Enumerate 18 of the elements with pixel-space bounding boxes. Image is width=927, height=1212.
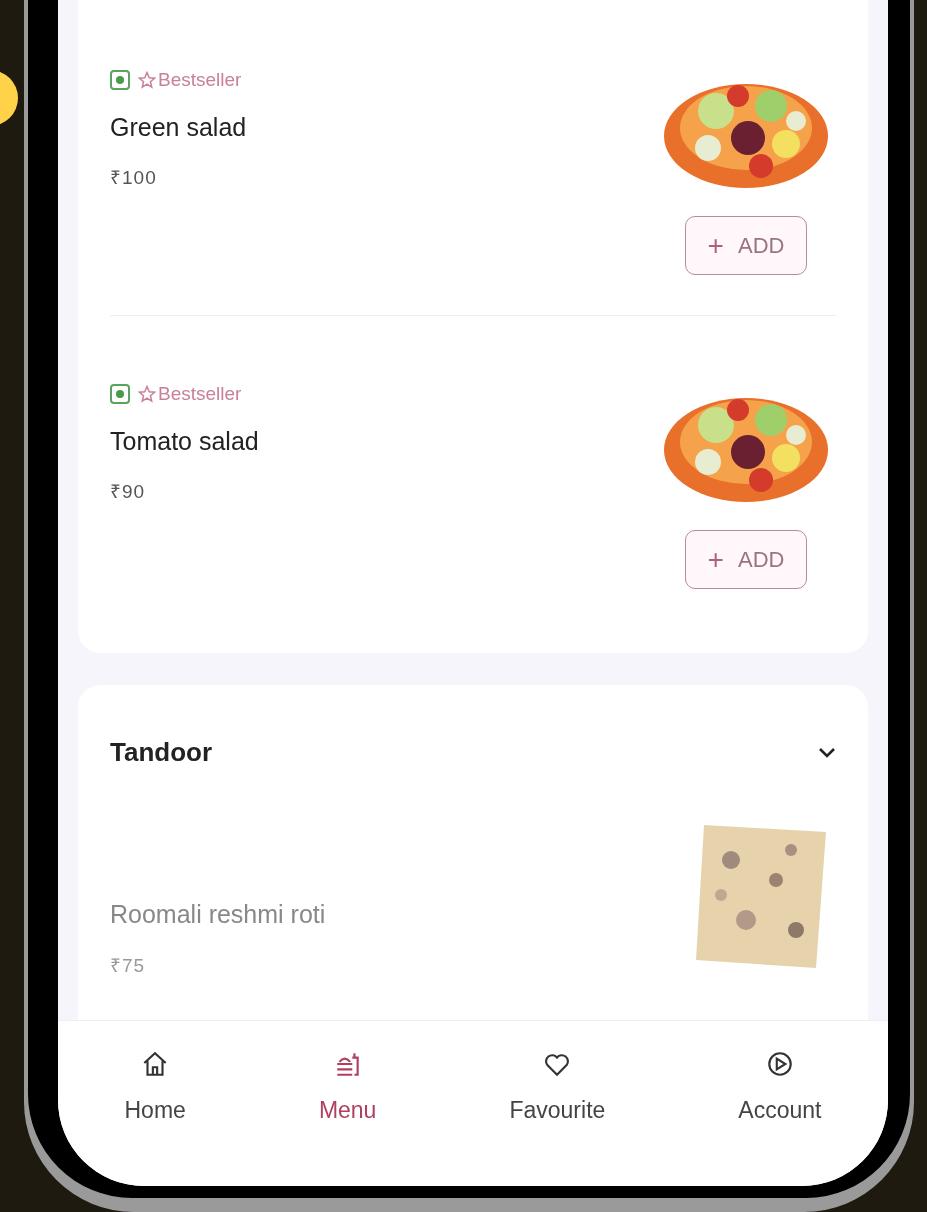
star-icon: [138, 385, 156, 404]
dish-name: Tomato salad: [110, 425, 259, 457]
add-button[interactable]: + ADD: [684, 216, 808, 275]
bestseller-tag: Bestseller: [138, 380, 242, 409]
nav-tab[interactable]: Favourite: [503, 1049, 612, 1186]
dish-price: ₹100: [110, 166, 158, 190]
bestseller-tag: Bestseller: [138, 66, 242, 95]
nav-tab[interactable]: Account: [732, 1049, 828, 1186]
dish-price: ₹75: [110, 953, 147, 978]
nav-tab[interactable]: Menu: [312, 1049, 383, 1186]
star-icon: [138, 71, 156, 90]
dish-price: ₹90: [110, 480, 147, 504]
dish-name: Roomali reshmi roti: [110, 899, 326, 930]
dish-name: Green salad: [110, 111, 247, 143]
chevron-down-icon[interactable]: [818, 746, 836, 759]
add-button[interactable]: + ADD: [684, 530, 808, 589]
nav-tab[interactable]: Home: [118, 1049, 192, 1186]
section-title: Tandoor: [110, 736, 213, 769]
